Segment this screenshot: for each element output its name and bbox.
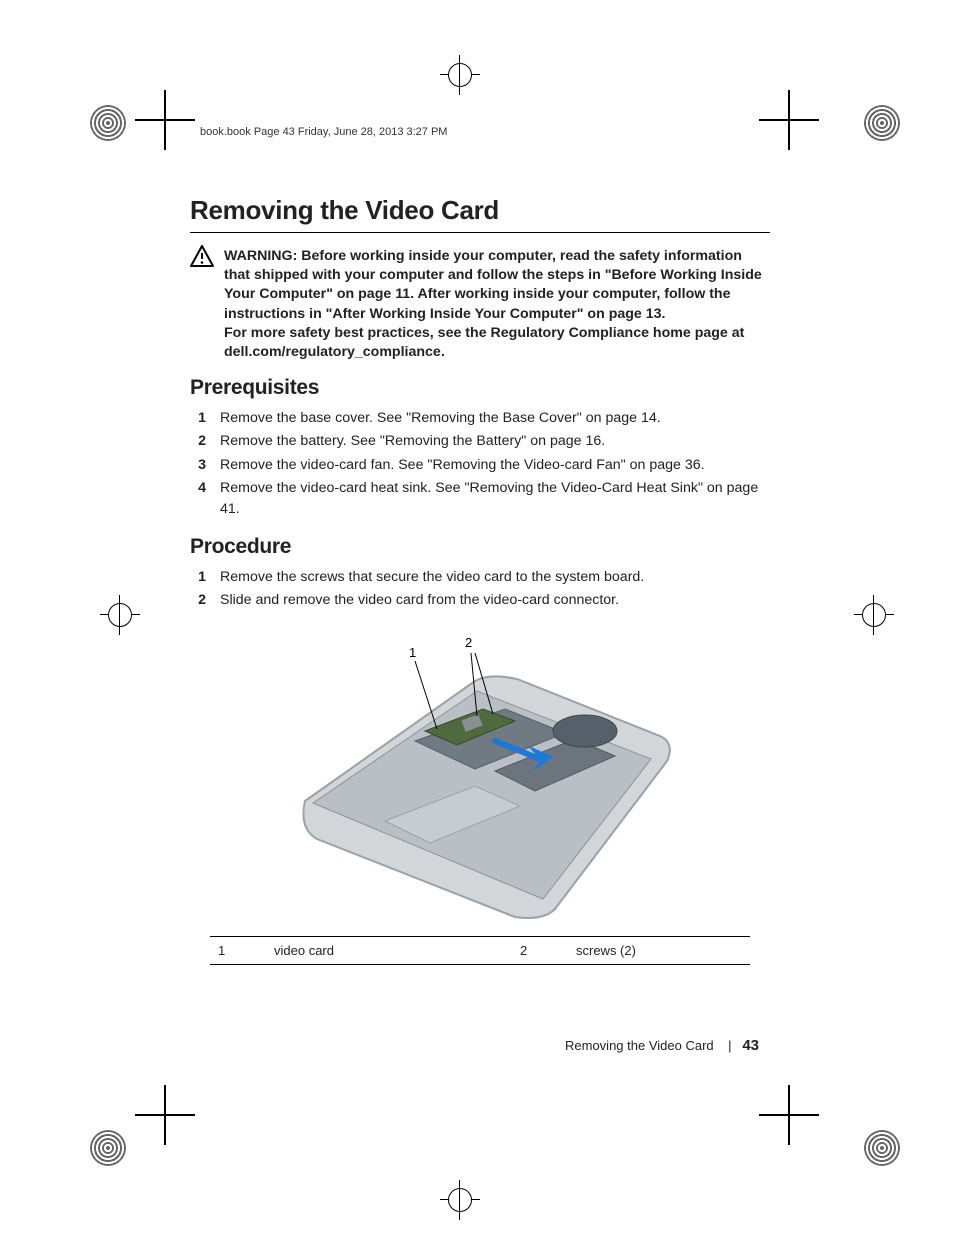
prereq-list: 1Remove the base cover. See "Removing th… xyxy=(190,408,770,520)
callout-1: 1 xyxy=(409,645,416,660)
warning-block: WARNING: Before working inside your comp… xyxy=(190,247,770,362)
list-item: 3Remove the video-card fan. See "Removin… xyxy=(190,455,770,476)
crop-mark-br xyxy=(759,1085,819,1145)
table-row: 1 video card 2 screws (2) xyxy=(210,937,750,965)
key-label: screws (2) xyxy=(568,937,750,965)
crop-mark-bl xyxy=(135,1085,195,1145)
footer-title: Removing the Video Card xyxy=(565,1038,714,1053)
laptop-internals-illustration: 1 2 xyxy=(265,621,695,931)
list-item: 4Remove the video-card heat sink. See "R… xyxy=(190,478,770,521)
prereq-heading: Prerequisites xyxy=(190,376,770,400)
callout-2: 2 xyxy=(465,635,472,650)
crop-mark-tl xyxy=(135,90,195,150)
figure: 1 2 xyxy=(190,621,770,936)
running-head: book.book Page 43 Friday, June 28, 2013 … xyxy=(200,126,447,138)
key-label: video card xyxy=(266,937,512,965)
list-item: 1Remove the base cover. See "Removing th… xyxy=(190,408,770,429)
content-area: Removing the Video Card WARNING: Before … xyxy=(190,195,770,965)
warning-text: WARNING: Before working inside your comp… xyxy=(224,247,770,362)
list-item: 1Remove the screws that secure the video… xyxy=(190,567,770,588)
list-item: 2Slide and remove the video card from th… xyxy=(190,590,770,611)
warning-body: Before working inside your computer, rea… xyxy=(224,248,762,322)
warning-extra: For more safety best practices, see the … xyxy=(224,325,744,360)
key-num: 2 xyxy=(512,937,568,965)
footer-sep: | xyxy=(728,1038,731,1053)
title-rule xyxy=(190,232,770,233)
page-title: Removing the Video Card xyxy=(190,195,770,226)
procedure-list: 1Remove the screws that secure the video… xyxy=(190,567,770,612)
footer-page: 43 xyxy=(742,1037,759,1054)
key-num: 1 xyxy=(210,937,266,965)
crop-mark-tr xyxy=(759,90,819,150)
warning-icon xyxy=(190,245,214,273)
page-footer: Removing the Video Card | 43 xyxy=(565,1037,759,1054)
figure-key: 1 video card 2 screws (2) xyxy=(210,936,750,965)
warning-label: WARNING: xyxy=(224,248,297,264)
list-item: 2Remove the battery. See "Removing the B… xyxy=(190,431,770,452)
manual-page: book.book Page 43 Friday, June 28, 2013 … xyxy=(0,0,954,1235)
procedure-heading: Procedure xyxy=(190,535,770,559)
